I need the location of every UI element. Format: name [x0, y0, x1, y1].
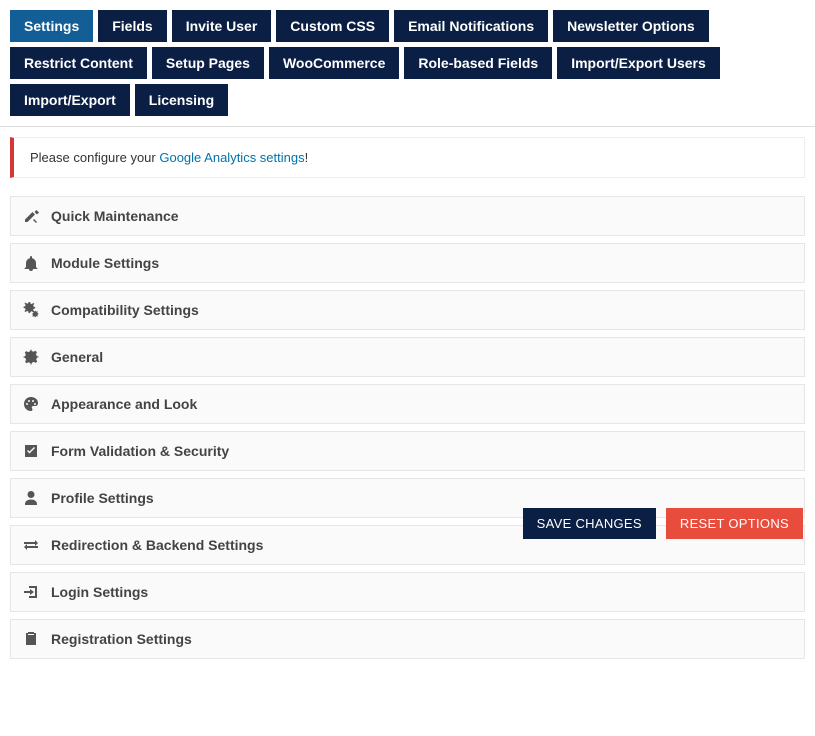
- clipboard-icon: [23, 631, 39, 647]
- bell-icon: [23, 255, 39, 271]
- accordion-label: Module Settings: [51, 255, 159, 271]
- acc-login-settings[interactable]: Login Settings: [10, 572, 805, 612]
- tab-setup-pages[interactable]: Setup Pages: [152, 47, 264, 79]
- tools-icon: [23, 208, 39, 224]
- acc-registration-settings[interactable]: Registration Settings: [10, 619, 805, 659]
- save-button[interactable]: SAVE CHANGES: [523, 508, 656, 539]
- acc-module-settings[interactable]: Module Settings: [10, 243, 805, 283]
- user-icon: [23, 490, 39, 506]
- tab-settings[interactable]: Settings: [10, 10, 93, 42]
- cogs-icon: [23, 302, 39, 318]
- tab-fields[interactable]: Fields: [98, 10, 166, 42]
- check-square-icon: [23, 443, 39, 459]
- tab-licensing[interactable]: Licensing: [135, 84, 228, 116]
- acc-general[interactable]: General: [10, 337, 805, 377]
- accordion-label: Compatibility Settings: [51, 302, 199, 318]
- tab-invite-user[interactable]: Invite User: [172, 10, 272, 42]
- tab-newsletter-options[interactable]: Newsletter Options: [553, 10, 709, 42]
- acc-form-validation[interactable]: Form Validation & Security: [10, 431, 805, 471]
- tab-role-based-fields[interactable]: Role-based Fields: [404, 47, 552, 79]
- footer-actions: SAVE CHANGES RESET OPTIONS: [523, 508, 803, 539]
- acc-compatibility-settings[interactable]: Compatibility Settings: [10, 290, 805, 330]
- reset-button[interactable]: RESET OPTIONS: [666, 508, 803, 539]
- accordion-label: General: [51, 349, 103, 365]
- notice-text-post: !: [305, 150, 309, 165]
- tab-restrict-content[interactable]: Restrict Content: [10, 47, 147, 79]
- accordion-label: Login Settings: [51, 584, 148, 600]
- settings-accordion-list: Quick Maintenance Module Settings Compatib…: [10, 196, 805, 659]
- tab-import-export-users[interactable]: Import/Export Users: [557, 47, 720, 79]
- tab-import-export[interactable]: Import/Export: [10, 84, 130, 116]
- accordion-label: Registration Settings: [51, 631, 192, 647]
- gear-icon: [23, 349, 39, 365]
- palette-icon: [23, 396, 39, 412]
- tab-woocommerce[interactable]: WooCommerce: [269, 47, 399, 79]
- accordion-label: Form Validation & Security: [51, 443, 229, 459]
- accordion-label: Profile Settings: [51, 490, 154, 506]
- config-notice: Please configure your Google Analytics s…: [10, 137, 805, 178]
- acc-quick-maintenance[interactable]: Quick Maintenance: [10, 196, 805, 236]
- accordion-label: Appearance and Look: [51, 396, 197, 412]
- admin-tabbar: SettingsFieldsInvite UserCustom CSSEmail…: [0, 0, 815, 127]
- notice-link[interactable]: Google Analytics settings: [159, 150, 304, 165]
- tab-email-notifications[interactable]: Email Notifications: [394, 10, 548, 42]
- login-icon: [23, 584, 39, 600]
- tab-custom-css[interactable]: Custom CSS: [276, 10, 389, 42]
- notice-text-pre: Please configure your: [30, 150, 159, 165]
- acc-appearance[interactable]: Appearance and Look: [10, 384, 805, 424]
- accordion-label: Quick Maintenance: [51, 208, 179, 224]
